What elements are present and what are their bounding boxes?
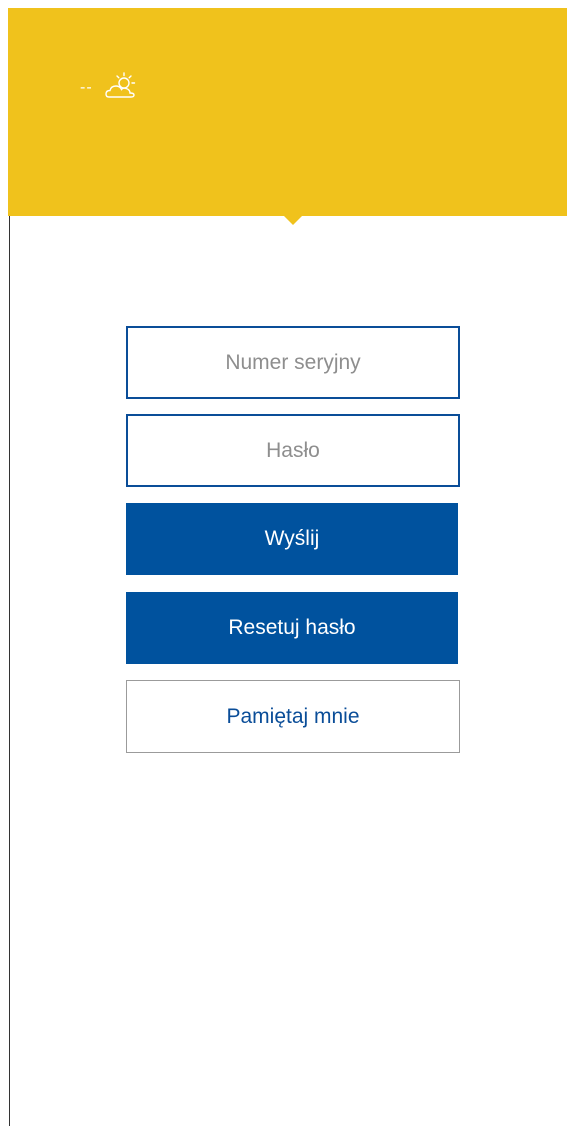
- partly-cloudy-icon: [104, 72, 135, 98]
- password-input[interactable]: [126, 414, 460, 487]
- submit-button[interactable]: Wyślij: [126, 503, 458, 575]
- temperature-value: --: [80, 79, 93, 96]
- header-pointer: [284, 216, 302, 225]
- header-banner: --: [8, 8, 567, 216]
- weather-widget: --: [80, 71, 139, 101]
- reset-password-button[interactable]: Resetuj hasło: [126, 592, 458, 664]
- remember-me-button[interactable]: Pamiętaj mnie: [126, 680, 460, 753]
- left-divider: [9, 216, 10, 1126]
- serial-number-input[interactable]: [126, 326, 460, 399]
